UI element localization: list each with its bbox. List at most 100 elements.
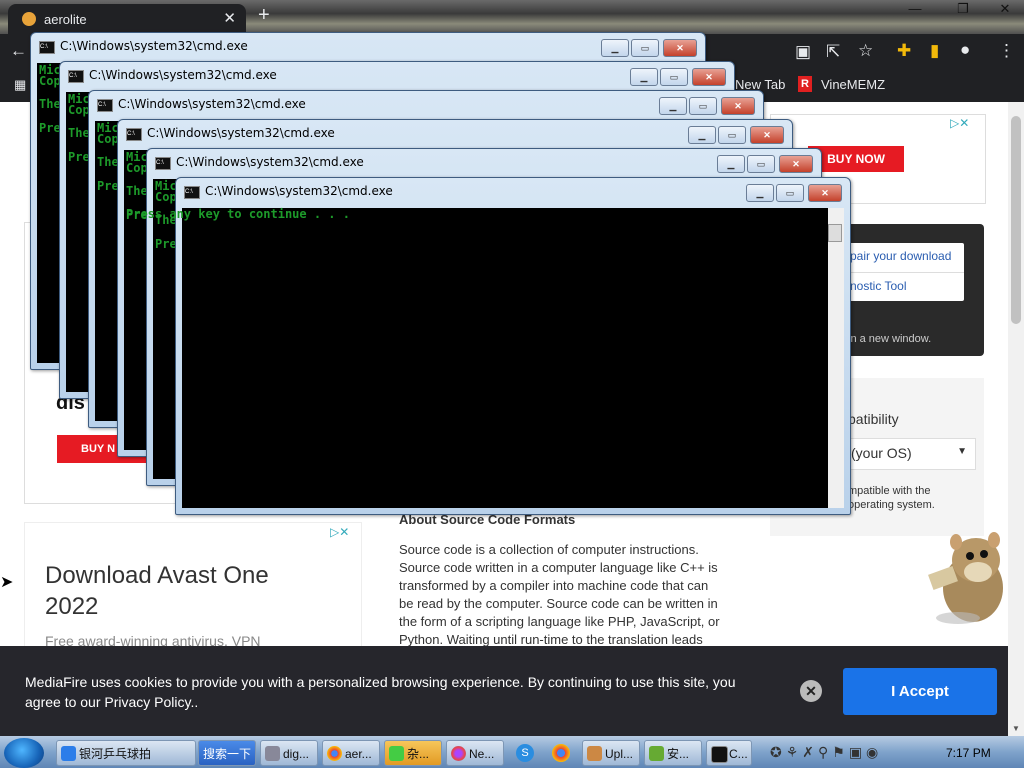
- chrome-icon: [327, 746, 342, 761]
- cmd-minimize-icon[interactable]: ▁: [630, 68, 658, 86]
- cmd-title: C:\Windows\system32\cmd.exe: [147, 126, 335, 140]
- cmd-scroll-thumb[interactable]: [828, 224, 842, 242]
- diagnostic-tool-link[interactable]: nostic Tool: [850, 279, 906, 293]
- scroll-down-arrow-icon[interactable]: ▼: [1012, 724, 1020, 733]
- skype-icon[interactable]: S: [516, 744, 534, 762]
- tab-aerolite[interactable]: aerolite ✕: [8, 4, 246, 34]
- cmd-taskbar-icon: [711, 746, 728, 763]
- cmd-close-icon[interactable]: ✕: [808, 184, 842, 202]
- adchoices-icon[interactable]: ▷✕: [950, 116, 969, 130]
- taskbar-item-ie[interactable]: 银河乒乓球拍: [56, 740, 196, 766]
- taskbar-item-upl[interactable]: Upl...: [582, 740, 640, 766]
- minimize-icon[interactable]: —: [900, 0, 930, 18]
- taskbar-item-label: Ne...: [469, 747, 495, 761]
- browser-icon: [451, 746, 466, 761]
- bookmark-star-icon[interactable]: ☆: [858, 41, 873, 61]
- profile-avatar-icon[interactable]: ●: [960, 40, 970, 60]
- chrome-launcher-icon[interactable]: [552, 744, 570, 762]
- cmd-minimize-icon[interactable]: ▁: [659, 97, 687, 115]
- media-icon[interactable]: ▣: [795, 42, 811, 62]
- cmd-window-front[interactable]: C:\ C:\Windows\system32\cmd.exe ▁ ▭ ✕: [175, 177, 851, 515]
- restore-icon[interactable]: ❐: [948, 0, 978, 18]
- cmd-titlebar[interactable]: C:\ C:\Windows\system32\cmd.exe ▁ ▭ ✕: [60, 62, 734, 90]
- cmd-close-icon[interactable]: ✕: [721, 97, 755, 115]
- cmd-maximize-icon[interactable]: ▭: [718, 126, 746, 144]
- cmd-icon: C:\: [68, 70, 84, 83]
- taskbar-item-label: C...: [729, 747, 748, 761]
- ie-icon: [61, 746, 76, 761]
- avast-adchoices-icon[interactable]: ▷✕: [330, 525, 349, 539]
- page-scroll-thumb[interactable]: [1011, 116, 1021, 324]
- cmd-icon: C:\: [97, 99, 113, 112]
- taskbar-item-ne[interactable]: Ne...: [446, 740, 504, 766]
- menu-kebab-icon[interactable]: ⋮: [998, 41, 1015, 61]
- cmd-icon: C:\: [155, 157, 171, 170]
- cmd-titlebar[interactable]: C:\ C:\Windows\system32\cmd.exe ▁ ▭ ✕: [118, 120, 792, 148]
- back-arrow-icon[interactable]: ←: [10, 41, 27, 61]
- upload-icon: [587, 746, 602, 761]
- cmd-scrollbar[interactable]: [828, 208, 844, 508]
- press-any-key-text: Press any key to continue . . .: [126, 207, 350, 221]
- new-tab-button[interactable]: +: [258, 4, 270, 27]
- accept-button[interactable]: I Accept: [843, 668, 997, 715]
- tab-close-icon[interactable]: ✕: [223, 9, 236, 27]
- cookie-close-icon[interactable]: ✕: [800, 680, 822, 702]
- taskbar-item-chrome[interactable]: aer...: [322, 740, 380, 766]
- cmd-titlebar[interactable]: C:\ C:\Windows\system32\cmd.exe ▁ ▭ ✕: [176, 178, 850, 206]
- taskbar-search-button[interactable]: 搜索一下: [198, 740, 256, 766]
- share-icon[interactable]: ⇱: [826, 42, 840, 62]
- close-window-icon[interactable]: ✕: [990, 0, 1020, 18]
- start-button[interactable]: [4, 738, 44, 768]
- taskbar-item-an[interactable]: 安...: [644, 740, 702, 766]
- cmd-icon: C:\: [126, 128, 142, 141]
- taskbar-item-zacha[interactable]: 杂...: [384, 740, 442, 766]
- cmd-maximize-icon[interactable]: ▭: [747, 155, 775, 173]
- system-tray-icons[interactable]: ✪⚘✗⚲⚑▣◉: [770, 744, 940, 764]
- new-window-note: in a new window.: [848, 333, 932, 345]
- source-text: Source code is a collection of computer …: [399, 542, 720, 646]
- cmd-line: Cop: [155, 190, 177, 204]
- cmd-close-icon[interactable]: ✕: [663, 39, 697, 57]
- compat-note: mpatible with the operating system.: [848, 484, 935, 512]
- cmd-minimize-icon[interactable]: ▁: [601, 39, 629, 57]
- cmd-close-icon[interactable]: ✕: [692, 68, 726, 86]
- cmd-titlebar[interactable]: C:\ C:\Windows\system32\cmd.exe ▁ ▭ ✕: [31, 33, 705, 61]
- cmd-line: Cop: [68, 103, 90, 117]
- cmd-close-icon[interactable]: ✕: [779, 155, 813, 173]
- repair-download-link[interactable]: pair your download: [850, 249, 951, 263]
- cmd-maximize-icon[interactable]: ▭: [631, 39, 659, 57]
- extensions-puzzle-icon[interactable]: ✚: [897, 41, 911, 61]
- side-panel-icon[interactable]: ▮: [930, 41, 939, 61]
- mouse-cursor-icon: ➤: [0, 574, 14, 591]
- cmd-minimize-icon[interactable]: ▁: [746, 184, 774, 202]
- cmd-line: Cop: [126, 161, 148, 175]
- taskbar-item-label: dig...: [283, 747, 310, 761]
- bookmark-vinememz[interactable]: VineMEMZ: [821, 77, 885, 92]
- document-icon: [265, 746, 280, 761]
- os-select[interactable]: (your OS) ▼: [846, 438, 976, 470]
- cmd-minimize-icon[interactable]: ▁: [688, 126, 716, 144]
- buy-now-button[interactable]: BUY NOW: [808, 146, 904, 172]
- cmd-maximize-icon[interactable]: ▭: [689, 97, 717, 115]
- cmd-minimize-icon[interactable]: ▁: [717, 155, 745, 173]
- cmd-console[interactable]: [182, 208, 844, 508]
- cmd-title: C:\Windows\system32\cmd.exe: [176, 155, 364, 169]
- cmd-titlebar[interactable]: C:\ C:\Windows\system32\cmd.exe ▁ ▭ ✕: [89, 91, 763, 119]
- taskbar-item-label: 安...: [667, 747, 690, 761]
- apps-icon[interactable]: ▦: [14, 77, 26, 93]
- clock[interactable]: 7:17 PM: [946, 746, 991, 760]
- tab-title: aerolite: [44, 12, 87, 27]
- taskbar-item-label: aer...: [345, 747, 372, 761]
- cmd-close-icon[interactable]: ✕: [750, 126, 784, 144]
- cmd-title: C:\Windows\system32\cmd.exe: [118, 97, 306, 111]
- app-icon: [389, 746, 404, 761]
- cmd-maximize-icon[interactable]: ▭: [660, 68, 688, 86]
- taskbar-item-cmd[interactable]: C...: [706, 740, 752, 766]
- cmd-titlebar[interactable]: C:\ C:\Windows\system32\cmd.exe ▁ ▭ ✕: [147, 149, 821, 177]
- avast-title[interactable]: Download Avast One 2022: [45, 560, 325, 622]
- chevron-down-icon: ▼: [957, 446, 967, 457]
- cmd-maximize-icon[interactable]: ▭: [776, 184, 804, 202]
- cmd-title: C:\Windows\system32\cmd.exe: [60, 39, 248, 53]
- taskbar-item-dig[interactable]: dig...: [260, 740, 318, 766]
- cmd-icon: C:\: [184, 186, 200, 199]
